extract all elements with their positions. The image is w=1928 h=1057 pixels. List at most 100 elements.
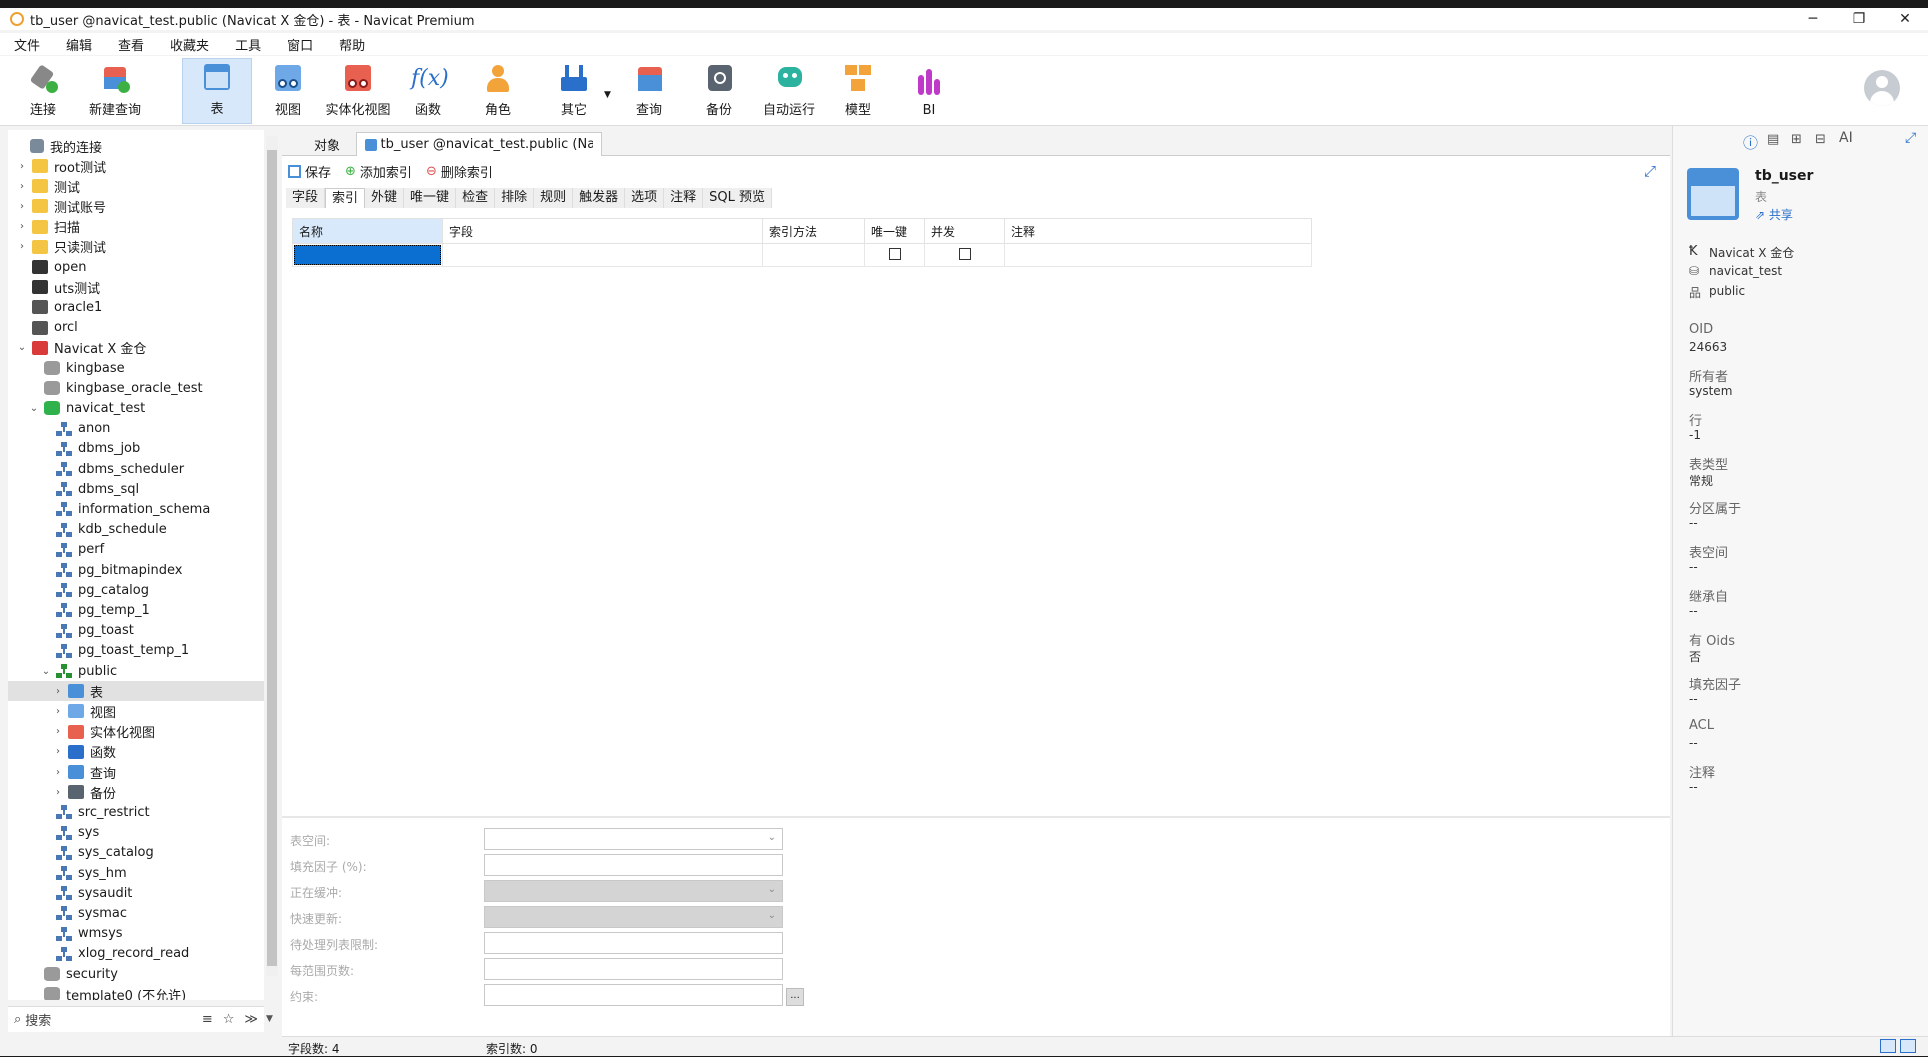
add-index-button[interactable]: ⊕ 添加索引: [345, 162, 412, 181]
share-link[interactable]: ⇗ 共享: [1755, 206, 1793, 223]
toolbar-query-button[interactable]: 查询: [626, 58, 672, 124]
column-header-name[interactable]: 名称: [292, 218, 443, 244]
column-header-fields[interactable]: 字段: [442, 218, 763, 244]
info-icon[interactable]: ⓘ: [1743, 132, 1758, 153]
tree-item[interactable]: kingbase: [8, 358, 264, 378]
minimize-button[interactable]: ─: [1790, 8, 1836, 30]
ai-icon[interactable]: AI: [1839, 130, 1853, 146]
tree-item[interactable]: uts测试: [8, 277, 264, 297]
tree-item[interactable]: src_restrict: [8, 802, 264, 822]
toolbar-backup-button[interactable]: 备份: [696, 58, 742, 124]
collapse-icon[interactable]: ≫: [244, 1012, 258, 1027]
toolbar-new-query-button[interactable]: 新建查询: [82, 58, 148, 124]
tree-item[interactable]: kdb_schedule: [8, 520, 264, 540]
tab-table-design[interactable]: tb_user @navicat_test.public (Navicat...: [356, 132, 602, 156]
tree-item[interactable]: oracle1: [8, 297, 264, 317]
tree-item[interactable]: › 测试账号: [8, 196, 264, 216]
tree-item[interactable]: pg_toast_temp_1: [8, 641, 264, 661]
tree-item[interactable]: › 备份: [8, 782, 264, 802]
tree-item[interactable]: pg_catalog: [8, 580, 264, 600]
toolbar-materialized-view-button[interactable]: 实体化视图: [324, 58, 392, 124]
tree-item[interactable]: ⌄ public: [8, 661, 264, 681]
tree-item[interactable]: security: [8, 964, 264, 984]
chevron-down-icon[interactable]: ⌄: [40, 666, 52, 677]
save-button[interactable]: 保存: [288, 162, 331, 181]
ddl-icon[interactable]: ▤: [1767, 132, 1779, 147]
tree-item[interactable]: perf: [8, 540, 264, 560]
tree-item[interactable]: dbms_sql: [8, 479, 264, 499]
tree-item[interactable]: ⌄ navicat_test: [8, 398, 264, 418]
chevron-right-icon[interactable]: ›: [16, 221, 28, 232]
dependency-icon[interactable]: ⊞: [1791, 132, 1802, 147]
subtab-checks[interactable]: 检查: [456, 188, 496, 208]
subtab-rules[interactable]: 规则: [534, 188, 574, 208]
tree-item[interactable]: › 视图: [8, 701, 264, 721]
menu-window[interactable]: 窗口: [287, 35, 313, 54]
chevron-down-icon[interactable]: ⌄: [16, 342, 28, 353]
chevron-right-icon[interactable]: ›: [16, 181, 28, 192]
layout-toggle-left-icon[interactable]: [1880, 1039, 1896, 1053]
toolbar-function-button[interactable]: f(x) 函数: [404, 58, 452, 124]
fill-factor-input[interactable]: [484, 854, 783, 876]
tree-scrollbar[interactable]: [266, 136, 278, 976]
buffering-select[interactable]: ⌄: [484, 880, 783, 902]
tree-item[interactable]: template0 (不允许): [8, 984, 264, 1000]
tree-item[interactable]: anon: [8, 419, 264, 439]
subtab-comment[interactable]: 注释: [664, 188, 704, 208]
search-input[interactable]: 搜索: [25, 1010, 202, 1029]
subtab-sql-preview[interactable]: SQL 预览: [703, 188, 773, 208]
fields-cell[interactable]: [442, 243, 763, 267]
fast-update-select[interactable]: ⌄: [484, 906, 783, 928]
column-header-index-method[interactable]: 索引方法: [762, 218, 865, 244]
chevron-right-icon[interactable]: ›: [52, 726, 64, 737]
tree-item[interactable]: ⌄ Navicat X 金仓: [8, 338, 264, 358]
scrollbar-thumb[interactable]: [267, 150, 277, 966]
name-cell[interactable]: [292, 243, 443, 267]
tree-item[interactable]: sys: [8, 823, 264, 843]
subtab-unique-keys[interactable]: 唯一键: [404, 188, 457, 208]
constraint-input[interactable]: [484, 984, 783, 1006]
toolbar-automation-button[interactable]: 自动运行: [758, 58, 820, 124]
chevron-right-icon[interactable]: ›: [52, 787, 64, 798]
toolbar-table-button[interactable]: 表: [182, 58, 252, 124]
tree-item[interactable]: dbms_job: [8, 439, 264, 459]
layout-toggle-right-icon[interactable]: [1900, 1039, 1916, 1053]
other-dropdown-chevron-icon[interactable]: ▼: [604, 90, 611, 100]
subtab-options[interactable]: 选项: [625, 188, 665, 208]
toolbar-bi-button[interactable]: BI: [904, 58, 954, 124]
tree-item[interactable]: open: [8, 257, 264, 277]
menu-tools[interactable]: 工具: [235, 35, 261, 54]
pending-list-limit-input[interactable]: [484, 932, 783, 954]
column-header-unique[interactable]: 唯一键: [864, 218, 925, 244]
subtab-triggers[interactable]: 触发器: [573, 188, 626, 208]
chevron-down-icon[interactable]: ⌄: [28, 403, 40, 414]
menu-help[interactable]: 帮助: [339, 35, 365, 54]
unique-checkbox[interactable]: [864, 243, 925, 267]
user-avatar[interactable]: [1864, 70, 1900, 106]
chevron-right-icon[interactable]: ›: [16, 241, 28, 252]
tree-item[interactable]: orcl: [8, 318, 264, 338]
close-button[interactable]: ✕: [1882, 8, 1928, 30]
tree-item[interactable]: › 实体化视图: [8, 722, 264, 742]
restore-button[interactable]: ❐: [1836, 8, 1882, 30]
tree-item[interactable]: › 查询: [8, 762, 264, 782]
menu-favorites[interactable]: 收藏夹: [170, 35, 209, 54]
chevron-right-icon[interactable]: ›: [16, 201, 28, 212]
tree-item[interactable]: › 表: [8, 681, 264, 702]
star-icon[interactable]: ☆: [223, 1012, 235, 1027]
menu-view[interactable]: 查看: [118, 35, 144, 54]
tree-item[interactable]: › root测试: [8, 156, 264, 176]
tree-item[interactable]: pg_bitmapindex: [8, 560, 264, 580]
menu-edit[interactable]: 编辑: [66, 35, 92, 54]
menu-file[interactable]: 文件: [14, 35, 40, 54]
subtab-indexes[interactable]: 索引: [325, 188, 366, 208]
toolbar-other-button[interactable]: 其它: [548, 58, 600, 124]
toolbar-model-button[interactable]: 模型: [834, 58, 882, 124]
tree-item[interactable]: pg_temp_1: [8, 600, 264, 620]
toolbar-role-button[interactable]: 角色: [474, 58, 522, 124]
tree-item[interactable]: sys_hm: [8, 863, 264, 883]
tree-item[interactable]: pg_toast: [8, 621, 264, 641]
tree-item[interactable]: dbms_scheduler: [8, 459, 264, 479]
chevron-right-icon[interactable]: ›: [16, 161, 28, 172]
scroll-down-icon[interactable]: ▼: [266, 1014, 273, 1024]
